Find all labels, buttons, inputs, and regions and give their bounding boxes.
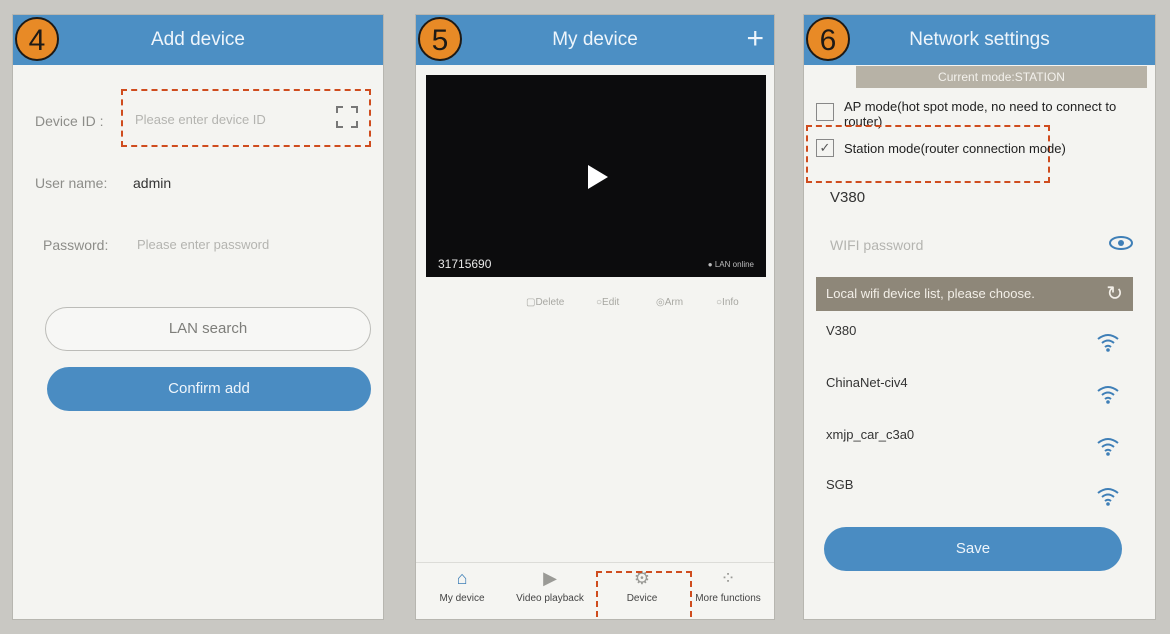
station-mode-label: Station mode(router connection mode) — [844, 141, 1066, 156]
device-id-label: Device ID : — [35, 113, 104, 129]
user-name-value[interactable]: admin — [133, 175, 171, 191]
play-icon[interactable] — [588, 165, 608, 189]
wifi-signal-icon — [1097, 386, 1119, 404]
wifi-list-item[interactable]: V380 — [826, 323, 1133, 373]
wifi-list-header: Local wifi device list, please choose. ↻ — [816, 277, 1133, 311]
wifi-name: V380 — [826, 323, 857, 338]
my-device-screen: 5 My device + 31715690 ● LAN online ▢ De… — [415, 14, 775, 620]
password-label: Password: — [43, 237, 109, 253]
arm-button[interactable]: ◎ Arm — [656, 297, 683, 308]
wifi-name: SGB — [826, 477, 854, 492]
play-icon: ▶ — [543, 568, 557, 588]
password-input[interactable]: Please enter password — [137, 237, 269, 252]
lan-search-button[interactable]: LAN search — [45, 307, 371, 351]
delete-button[interactable]: ▢ Delete — [526, 297, 564, 308]
refresh-icon[interactable]: ↻ — [1106, 277, 1123, 311]
plus-icon[interactable]: + — [746, 21, 764, 57]
wifi-list-header-text: Local wifi device list, please choose. — [826, 286, 1035, 301]
step-badge: 4 — [15, 17, 59, 61]
eye-icon[interactable] — [1109, 235, 1133, 251]
tab-label: Video playback — [516, 593, 584, 604]
video-preview[interactable]: 31715690 ● LAN online — [426, 75, 766, 277]
info-label: Info — [722, 297, 739, 308]
arm-label: Arm — [664, 297, 684, 308]
page-title: Network settings — [804, 15, 1155, 65]
edit-button[interactable]: ○ Edit — [596, 297, 619, 308]
wifi-list-item[interactable]: ChinaNet-civ4 — [826, 375, 1133, 425]
page-title: My device — [416, 15, 774, 65]
add-device-screen: 4 Add device Device ID : Please enter de… — [12, 14, 384, 620]
wifi-name: ChinaNet-civ4 — [826, 375, 908, 390]
device-id-input[interactable]: Please enter device ID — [135, 112, 266, 127]
wifi-list-item[interactable]: xmjp_car_c3a0 — [826, 427, 1133, 477]
page-title: Add device — [13, 15, 383, 65]
bottom-tab-bar: ⌂ My device ▶ Video playback ⚙ Device ⁘ … — [416, 562, 774, 619]
network-settings-screen: 6 Network settings Current mode:STATION … — [803, 14, 1156, 620]
lan-status: ● LAN online — [707, 260, 754, 269]
wifi-password-input[interactable]: WIFI password — [830, 237, 923, 253]
step-badge: 6 — [806, 17, 850, 61]
grid-icon: ⁘ — [720, 568, 736, 588]
wifi-list-item[interactable]: SGB — [826, 477, 1133, 527]
scan-qr-icon[interactable] — [335, 105, 359, 129]
tab-label: My device — [439, 593, 485, 604]
wifi-signal-icon — [1097, 334, 1119, 352]
tab-label: More functions — [695, 593, 761, 604]
save-button[interactable]: Save — [824, 527, 1122, 571]
device-tab-highlight — [596, 571, 692, 619]
tab-more-functions[interactable]: ⁘ More functions — [684, 567, 772, 604]
lan-status-text: LAN online — [714, 260, 754, 269]
station-mode-checkbox[interactable]: ✓ — [816, 139, 834, 157]
device-id-label: 31715690 — [438, 257, 492, 271]
tab-video-playback[interactable]: ▶ Video playback — [506, 567, 594, 604]
wifi-name: xmjp_car_c3a0 — [826, 427, 915, 442]
delete-label: Delete — [535, 297, 565, 308]
ssid-field[interactable]: V380 — [830, 189, 865, 206]
wifi-signal-icon — [1097, 438, 1119, 456]
step-badge: 5 — [418, 17, 462, 61]
wifi-signal-icon — [1097, 488, 1119, 506]
tab-my-device[interactable]: ⌂ My device — [418, 567, 506, 604]
ap-mode-checkbox[interactable] — [816, 103, 834, 121]
home-icon: ⌂ — [456, 568, 468, 588]
user-name-label: User name: — [35, 175, 108, 191]
current-mode-bar: Current mode:STATION — [856, 66, 1147, 88]
info-button[interactable]: ○ Info — [716, 297, 739, 308]
confirm-add-button[interactable]: Confirm add — [47, 367, 371, 411]
edit-label: Edit — [602, 297, 620, 308]
